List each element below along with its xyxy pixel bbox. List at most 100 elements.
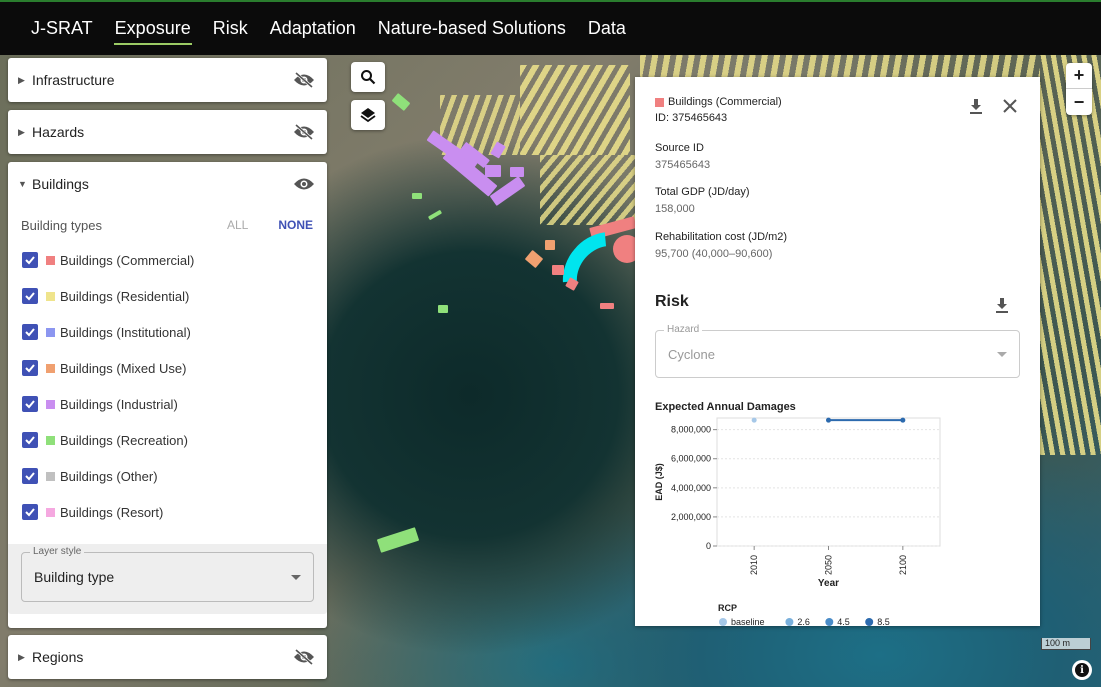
building-type-label: Buildings (Mixed Use) <box>60 360 187 376</box>
checkbox[interactable] <box>22 468 38 484</box>
building-type-row[interactable]: Buildings (Institutional) <box>8 314 327 350</box>
building-types-header: Building types ALL NONE <box>8 208 327 242</box>
nav-data[interactable]: Data <box>587 12 627 45</box>
visibility-off-icon[interactable] <box>293 72 315 88</box>
building-commercial[interactable] <box>600 303 614 309</box>
building-type-row[interactable]: Buildings (Resort) <box>8 494 327 530</box>
hazard-select[interactable]: Hazard Cyclone <box>655 324 1020 378</box>
building-mixed-use[interactable] <box>545 240 555 250</box>
checkmark-icon <box>25 400 35 409</box>
checkmark-icon <box>25 436 35 445</box>
legend-label: 4.5 <box>837 617 850 626</box>
nav-exposure[interactable]: Exposure <box>113 12 192 45</box>
feature-popup: Buildings (Commercial) ID: 375465643 Sou… <box>635 77 1040 626</box>
buildings-panel: ▼ Buildings Building types ALL NONE Buil… <box>8 162 327 628</box>
building-type-row[interactable]: Buildings (Commercial) <box>8 242 327 278</box>
hazard-label: Hazard <box>664 324 703 335</box>
checkbox[interactable] <box>22 324 38 340</box>
building-type-row[interactable]: Buildings (Recreation) <box>8 422 327 458</box>
building-residential[interactable] <box>520 65 630 155</box>
field-value: 158,000 <box>655 203 695 215</box>
building-commercial[interactable] <box>552 265 564 275</box>
legend-symbol <box>825 618 834 626</box>
building-recreation[interactable] <box>427 209 443 221</box>
checkbox[interactable] <box>22 396 38 412</box>
building-recreation[interactable] <box>376 527 420 553</box>
checkbox[interactable] <box>22 288 38 304</box>
visibility-off-icon[interactable] <box>293 649 315 665</box>
building-type-swatch <box>46 471 55 481</box>
data-point <box>751 417 757 423</box>
regions-panel-header[interactable]: ▶ Regions <box>8 635 327 679</box>
building-type-swatch <box>46 291 55 301</box>
building-types-list: Buildings (Commercial) Buildings (Residen… <box>8 242 327 530</box>
layer-style-area: Layer style Building type <box>8 544 327 614</box>
building-recreation[interactable] <box>412 193 422 199</box>
checkmark-icon <box>25 472 35 481</box>
checkmark-icon <box>25 508 35 517</box>
field-value: 95,700 (40,000–90,600) <box>655 248 773 260</box>
legend-label: 8.5 <box>877 617 890 626</box>
building-type-row[interactable]: Buildings (Industrial) <box>8 386 327 422</box>
building-industrial[interactable] <box>510 167 524 177</box>
zoom-in-button[interactable]: + <box>1066 63 1092 89</box>
y-tick-label: 2,000,000 <box>671 512 711 522</box>
select-all-button[interactable]: ALL <box>227 218 248 232</box>
building-type-row[interactable]: Buildings (Mixed Use) <box>8 350 327 386</box>
building-type-swatch <box>46 255 55 265</box>
building-recreation[interactable] <box>391 93 411 111</box>
building-type-swatch <box>46 435 55 445</box>
checkbox[interactable] <box>22 360 38 376</box>
hazards-panel-header[interactable]: ▶ Hazards <box>8 110 327 154</box>
risk-download-icon[interactable] <box>994 296 1010 314</box>
plot-area <box>716 417 941 547</box>
risk-section-title: Risk <box>655 293 689 310</box>
checkbox[interactable] <box>22 252 38 268</box>
regions-panel: ▶ Regions <box>8 635 327 679</box>
map-layers-button[interactable] <box>351 100 385 130</box>
building-mixed-use[interactable] <box>524 249 544 269</box>
buildings-panel-header[interactable]: ▼ Buildings <box>8 162 327 206</box>
building-recreation[interactable] <box>438 305 448 313</box>
building-industrial[interactable] <box>489 176 526 206</box>
select-none-button[interactable]: NONE <box>278 218 313 232</box>
visibility-icon[interactable] <box>293 176 315 192</box>
building-residential[interactable] <box>540 155 635 225</box>
nav-brand[interactable]: J-SRAT <box>30 12 94 45</box>
building-industrial[interactable] <box>485 165 501 177</box>
field-value: 375465643 <box>655 159 711 171</box>
y-tick-label: 6,000,000 <box>671 454 711 464</box>
panel-title: Buildings <box>32 176 89 192</box>
building-residential[interactable] <box>640 55 1040 77</box>
x-tick-label: 2010 <box>749 555 759 575</box>
close-icon[interactable] <box>1003 99 1017 113</box>
checkmark-icon <box>25 256 35 265</box>
legend-label: baseline <box>731 617 765 626</box>
visibility-off-icon[interactable] <box>293 124 315 140</box>
legend-symbol <box>865 618 874 626</box>
map-search-button[interactable] <box>351 62 385 92</box>
field-label: Source ID <box>655 142 704 154</box>
building-residential[interactable] <box>1040 55 1101 455</box>
expand-caret-icon: ▶ <box>18 74 25 85</box>
hazards-panel: ▶ Hazards <box>8 110 327 154</box>
y-tick-label: 0 <box>706 541 711 551</box>
field-rehabilitation-cost: Rehabilitation cost (JD/m2) 95,700 (40,0… <box>655 231 787 260</box>
checkbox[interactable] <box>22 504 38 520</box>
dropdown-arrow-icon <box>291 575 301 580</box>
building-type-row[interactable]: Buildings (Residential) <box>8 278 327 314</box>
layer-style-select[interactable]: Layer style Building type <box>21 546 314 602</box>
feature-id: ID: 375465643 <box>655 112 728 124</box>
nav-risk[interactable]: Risk <box>212 12 249 45</box>
building-type-label: Buildings (Residential) <box>60 288 190 304</box>
building-type-row[interactable]: Buildings (Other) <box>8 458 327 494</box>
ead-chart: 0 2,000,000 4,000,000 6,000,000 8,000,000 201… <box>654 417 941 626</box>
download-icon[interactable] <box>968 97 984 115</box>
field-label: Total GDP (JD/day) <box>655 186 750 198</box>
zoom-out-button[interactable]: − <box>1066 89 1092 115</box>
nav-nature-based-solutions[interactable]: Nature-based Solutions <box>377 12 567 45</box>
checkbox[interactable] <box>22 432 38 448</box>
nav-adaptation[interactable]: Adaptation <box>269 12 357 45</box>
attribution-info-button[interactable]: i <box>1072 660 1092 680</box>
infrastructure-panel-header[interactable]: ▶ Infrastructure <box>8 58 327 102</box>
